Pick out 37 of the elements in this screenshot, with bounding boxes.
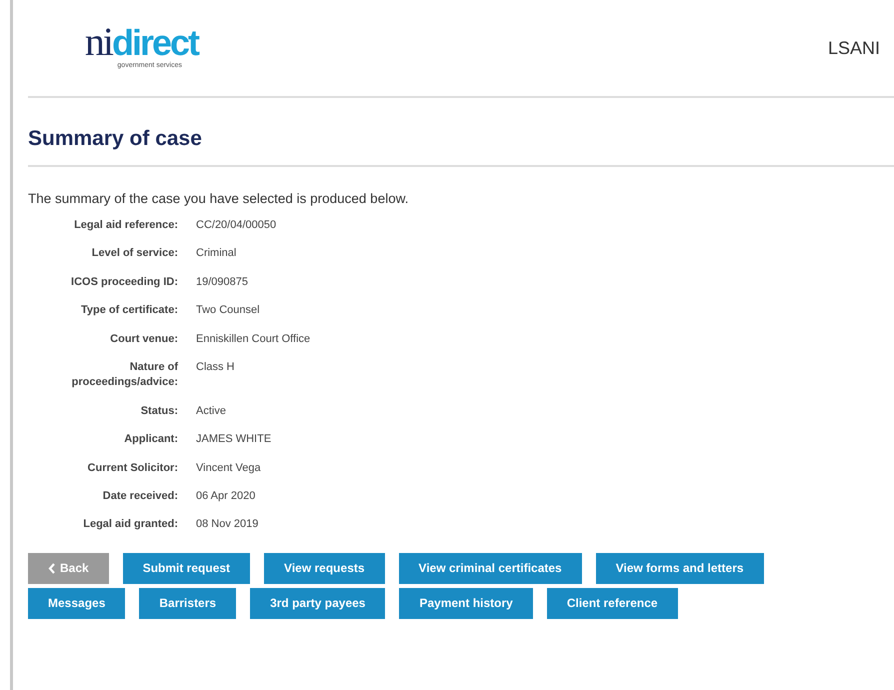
field-value: Class H <box>196 360 236 375</box>
field-value: Active <box>196 404 227 419</box>
field-value: Criminal <box>196 246 238 262</box>
chevron-left-icon <box>48 562 55 574</box>
field-value: 06 Apr 2020 <box>196 488 256 504</box>
action-button[interactable]: 3rd party payees <box>250 588 386 619</box>
field-label: Date received: <box>102 488 178 504</box>
field-label: Applicant: <box>123 432 178 448</box>
field-label: Legal aid reference: <box>73 218 178 233</box>
field-label: Nature of proceedings/advice: <box>70 360 178 390</box>
field-label: Status: <box>140 404 178 419</box>
field-label: Court venue: <box>109 332 178 347</box>
field-label: Legal aid granted: <box>82 517 178 532</box>
action-button[interactable]: View criminal certificates <box>398 552 582 584</box>
action-button[interactable]: Client reference <box>546 588 678 619</box>
logo-text: ni <box>84 22 112 62</box>
field-label: Type of certificate: <box>80 303 178 318</box>
field-value: CC/20/04/00050 <box>196 218 278 233</box>
action-button[interactable]: Barristers <box>139 588 236 619</box>
field-value: 08 Nov 2019 <box>196 517 260 532</box>
action-button[interactable]: View requests <box>264 552 385 584</box>
field-label: Current Solicitor: <box>86 460 178 476</box>
page-title: Summary of case <box>28 98 894 167</box>
intro-text: The summary of the case you have selected is produced below. <box>28 191 410 206</box>
field-label: ICOS proceeding ID: <box>70 274 178 290</box>
field-value: 19/090875 <box>196 274 249 290</box>
field-value: Vincent Vega <box>196 460 262 476</box>
site-name: LSANI <box>828 38 880 59</box>
field-value: Enniskillen Court Office <box>196 332 312 347</box>
field-value: JAMES WHITE <box>196 432 272 448</box>
field-label: Level of service: <box>90 246 178 262</box>
logo-text: direct <box>112 25 198 61</box>
action-button[interactable]: Submit request <box>122 552 250 584</box>
action-button[interactable]: View forms and letters <box>596 552 764 584</box>
action-button[interactable]: Messages <box>28 588 126 619</box>
field-value: Two Counsel <box>196 303 261 318</box>
action-button[interactable]: Payment history <box>399 588 533 619</box>
